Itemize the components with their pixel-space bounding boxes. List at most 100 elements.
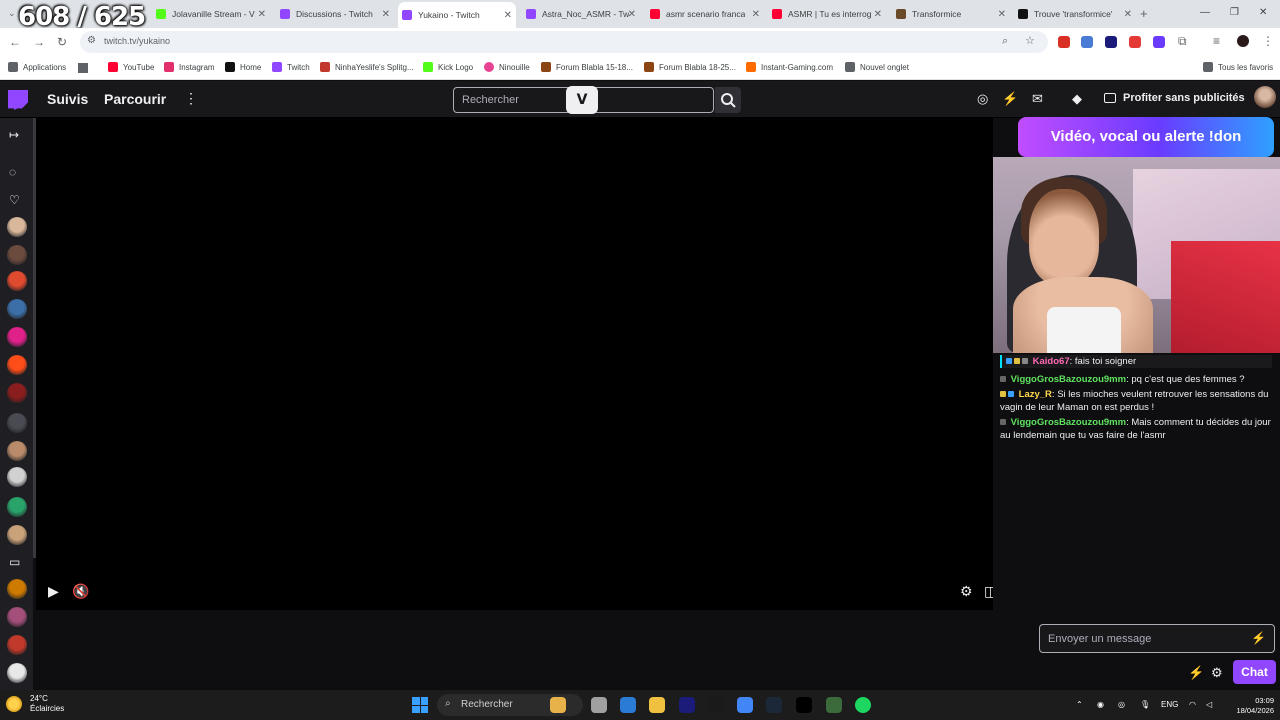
nav-browse[interactable]: Parcourir xyxy=(104,91,166,107)
restore-icon[interactable]: ❐ xyxy=(1230,7,1239,18)
taskbar-app-icon[interactable] xyxy=(591,697,607,713)
video-player[interactable] xyxy=(36,118,1033,610)
reload-icon[interactable]: ↻ xyxy=(57,35,67,49)
new-tab-plus-icon[interactable]: + xyxy=(1140,6,1148,21)
taskbar-app-icon[interactable] xyxy=(855,697,871,713)
bits-icon[interactable]: ◆ xyxy=(1072,91,1082,107)
video-camera-icon[interactable]: ▭ xyxy=(9,555,20,569)
mute-icon[interactable]: 🔇 xyxy=(72,583,89,600)
prime-crown-icon[interactable]: ◎ xyxy=(977,91,988,107)
close-icon[interactable]: ✕ xyxy=(752,9,760,20)
extension-icon[interactable] xyxy=(1153,36,1165,48)
extension-icon[interactable] xyxy=(1081,36,1093,48)
channel-avatar[interactable] xyxy=(7,579,27,599)
tab-trouve-transformice[interactable]: Trouve 'transformice' ✕ xyxy=(1014,4,1136,24)
tray-app-icon[interactable]: ◉ xyxy=(1097,700,1104,709)
channel-avatar[interactable] xyxy=(7,635,27,655)
back-arrow-icon[interactable]: ← xyxy=(9,35,21,49)
close-icon[interactable]: ✕ xyxy=(998,9,1006,20)
extension-icon[interactable] xyxy=(1105,36,1117,48)
more-dots-icon[interactable]: ⋮ xyxy=(184,90,198,107)
tab-transformice[interactable]: Transformice ✕ xyxy=(892,4,1010,24)
bookmark-youtube[interactable]: YouTube xyxy=(108,62,154,72)
taskbar-app-icon[interactable] xyxy=(737,697,753,713)
extension-icon[interactable] xyxy=(1129,36,1141,48)
recommended-icon[interactable]: ◌ xyxy=(9,165,16,179)
all-bookmarks[interactable]: Tous les favoris xyxy=(1203,62,1273,72)
tab-search-icon[interactable]: ⌄ xyxy=(8,8,16,19)
chat-message-input[interactable]: Envoyer un message ⚡ xyxy=(1039,624,1275,653)
bookmark-kick-logo[interactable]: Kick Logo xyxy=(423,62,473,72)
taskbar-app-icon[interactable] xyxy=(620,697,636,713)
channel-avatar[interactable] xyxy=(7,383,27,403)
tab-groups-icon[interactable]: ≡ xyxy=(1213,34,1220,48)
close-icon[interactable]: ✕ xyxy=(628,9,636,20)
tab-jolavanille[interactable]: Jolavanille Stream - V ✕ xyxy=(152,4,270,24)
bookmark-instagram[interactable]: Instagram xyxy=(164,62,215,72)
close-icon[interactable]: ✕ xyxy=(874,9,882,20)
clip-icon[interactable]: ⚡ xyxy=(1002,91,1018,107)
tray-app-icon[interactable]: ◎ xyxy=(1118,700,1125,709)
channel-avatar[interactable] xyxy=(7,467,27,487)
site-settings-icon[interactable]: ⚙ xyxy=(87,35,96,46)
bookmark-nouvel-onglet[interactable]: Nouvel onglet xyxy=(845,62,909,72)
channel-avatar[interactable] xyxy=(7,271,27,291)
channel-avatar[interactable] xyxy=(7,413,27,433)
inbox-icon[interactable]: ✉ xyxy=(1032,91,1043,107)
chat-settings-icon[interactable]: ⚙ xyxy=(1211,665,1223,681)
bookmark-forum-18-25[interactable]: Forum Blabla 18-25... xyxy=(644,62,736,72)
taskbar-clock[interactable]: 03:09 18/04/2026 xyxy=(1228,696,1274,716)
close-icon[interactable]: ✕ xyxy=(382,9,390,20)
bookmark-ninhayeslife[interactable]: NinhaYeslife's Splitg... xyxy=(320,62,414,72)
forward-arrow-icon[interactable]: → xyxy=(33,35,45,49)
taskbar-app-icon[interactable] xyxy=(708,697,724,713)
bookmark-forum-15-18[interactable]: Forum Blabla 15-18... xyxy=(541,62,633,72)
channel-avatar[interactable] xyxy=(7,217,27,237)
menu-dots-icon[interactable]: ⋮ xyxy=(1262,34,1274,48)
tab-discussions[interactable]: Discussions - Twitch ✕ xyxy=(276,4,394,24)
bookmark-home[interactable]: Home xyxy=(225,62,261,72)
chat-username[interactable]: ViggoGrosBazouzou9mm xyxy=(1011,417,1126,428)
wifi-icon[interactable]: ◠ xyxy=(1189,700,1196,709)
microphone-icon[interactable]: 🎙 xyxy=(1140,700,1150,709)
bookmark-star-icon[interactable]: ☆ xyxy=(1025,34,1035,47)
profile-avatar[interactable] xyxy=(1237,35,1249,47)
channel-avatar[interactable] xyxy=(7,245,27,265)
tab-yukaino[interactable]: Yukaino - Twitch ✕ xyxy=(398,2,516,28)
taskbar-app-icon[interactable] xyxy=(679,697,695,713)
ad-free-button[interactable]: Profiter sans publicités xyxy=(1104,92,1245,104)
grid-icon[interactable] xyxy=(78,63,88,73)
weather-widget[interactable]: 24°C Éclaircies xyxy=(6,694,64,714)
channel-avatar[interactable] xyxy=(7,663,27,683)
taskbar-app-icon[interactable] xyxy=(796,697,812,713)
play-icon[interactable]: ▶ xyxy=(48,583,59,600)
extensions-puzzle-icon[interactable]: ⧉ xyxy=(1178,34,1187,49)
address-bar[interactable]: ⚙ twitch.tv/yukaino ⌕ ☆ xyxy=(80,31,1048,53)
taskbar-app-icon[interactable] xyxy=(826,697,842,713)
taskbar-app-icon[interactable] xyxy=(550,697,566,713)
taskbar-app-icon[interactable] xyxy=(766,697,782,713)
user-avatar[interactable] xyxy=(1254,86,1276,108)
emote-picker-icon[interactable]: ⚡ xyxy=(1251,631,1266,645)
close-icon[interactable]: ✕ xyxy=(258,9,266,20)
bookmark-twitch[interactable]: Twitch xyxy=(272,62,310,72)
chat-username[interactable]: ViggoGrosBazouzou9mm xyxy=(1011,374,1126,385)
extension-icon[interactable] xyxy=(1058,36,1070,48)
channel-avatar[interactable] xyxy=(7,327,27,347)
channel-points-icon[interactable]: ⚡ xyxy=(1188,665,1204,681)
bookmark-instant-gaming[interactable]: Instant-Gaming.com xyxy=(746,62,833,72)
minimize-icon[interactable]: — xyxy=(1200,7,1210,18)
tray-chevron-icon[interactable]: ⌃ xyxy=(1076,700,1083,709)
settings-gear-icon[interactable]: ⚙ xyxy=(960,583,973,600)
channel-avatar[interactable] xyxy=(7,355,27,375)
taskbar-app-icon[interactable] xyxy=(649,697,665,713)
chat-username[interactable]: Kaido67 xyxy=(1033,356,1070,367)
close-icon[interactable]: ✕ xyxy=(1124,9,1132,20)
channel-avatar[interactable] xyxy=(7,525,27,545)
chat-send-button[interactable]: Chat xyxy=(1233,660,1276,684)
heart-icon[interactable]: ♡ xyxy=(9,193,20,207)
expand-arrow-icon[interactable]: ↦ xyxy=(9,128,19,142)
close-icon[interactable]: ✕ xyxy=(504,10,512,21)
twitch-logo-icon[interactable] xyxy=(8,90,28,110)
channel-avatar[interactable] xyxy=(7,299,27,319)
